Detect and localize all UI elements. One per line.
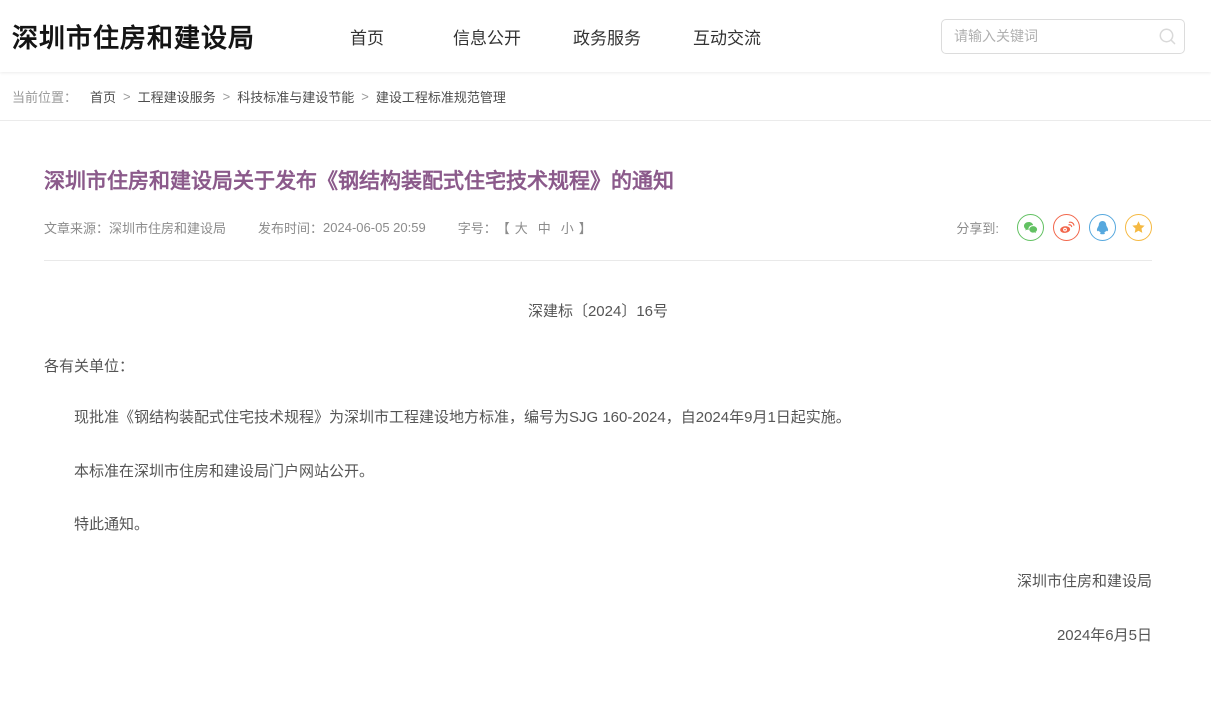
breadcrumb-separator: > <box>123 89 131 104</box>
share-qq-button[interactable] <box>1089 214 1116 241</box>
nav-item-home[interactable]: 首页 <box>307 24 427 49</box>
breadcrumb-item-tech-standards[interactable]: 科技标准与建设节能 <box>237 87 354 106</box>
search-icon <box>1157 26 1177 46</box>
fontsize-medium-button[interactable]: 中 <box>538 218 551 237</box>
article-container: 深圳市住房和建设局关于发布《钢结构装配式住宅技术规程》的通知 文章来源： 深圳市… <box>44 167 1152 697</box>
meta-fontsize-label: 字号： <box>458 218 497 237</box>
content-divider <box>44 260 1152 261</box>
signature-date: 2024年6月5日 <box>44 624 1152 697</box>
meta-source-label: 文章来源： <box>44 218 109 237</box>
breadcrumb: 当前位置： 首页 > 工程建设服务 > 科技标准与建设节能 > 建设工程标准规范… <box>0 72 1211 121</box>
nav-item-info-disclosure[interactable]: 信息公开 <box>427 24 547 49</box>
breadcrumb-item-home[interactable]: 首页 <box>90 87 116 106</box>
breadcrumb-item-standard-mgmt[interactable]: 建设工程标准规范管理 <box>376 87 506 106</box>
meta-time-label: 发布时间： <box>258 218 323 237</box>
body-paragraph: 特此通知。 <box>44 514 1152 537</box>
body-paragraph: 现批准《钢结构装配式住宅技术规程》为深圳市工程建设地方标准，编号为SJG 160… <box>44 407 1152 430</box>
weibo-icon <box>1058 219 1075 236</box>
search-input[interactable] <box>942 28 1150 44</box>
fontsize-bracket-open: 【 <box>497 218 510 237</box>
fontsize-bracket-close: 】 <box>579 218 592 237</box>
share-weibo-button[interactable] <box>1053 214 1080 241</box>
nav-item-interaction[interactable]: 互动交流 <box>667 24 787 49</box>
breadcrumb-label: 当前位置： <box>12 87 77 106</box>
meta-time-value: 2024-06-05 20:59 <box>323 220 426 235</box>
share-bar: 分享到: <box>956 214 1152 241</box>
breadcrumb-item-engineering[interactable]: 工程建设服务 <box>138 87 216 106</box>
share-label: 分享到: <box>956 218 999 237</box>
salutation: 各有关单位： <box>44 355 1152 376</box>
search-box <box>941 19 1185 54</box>
document-number: 深建标〔2024〕16号 <box>44 300 1152 321</box>
nav-item-gov-services[interactable]: 政务服务 <box>547 24 667 49</box>
breadcrumb-separator: > <box>361 89 369 104</box>
site-logo[interactable]: 深圳市住房和建设局 <box>0 18 255 55</box>
article-meta: 文章来源： 深圳市住房和建设局 发布时间： 2024-06-05 20:59 字… <box>44 214 1152 241</box>
fontsize-large-button[interactable]: 大 <box>515 218 528 237</box>
meta-source-value: 深圳市住房和建设局 <box>109 218 226 237</box>
share-wechat-button[interactable] <box>1017 214 1044 241</box>
signature-org: 深圳市住房和建设局 <box>44 570 1152 591</box>
qzone-star-icon <box>1130 219 1147 236</box>
wechat-icon <box>1022 219 1039 236</box>
breadcrumb-separator: > <box>223 89 231 104</box>
qq-icon <box>1094 219 1111 236</box>
search-button[interactable] <box>1150 20 1184 53</box>
fontsize-small-button[interactable]: 小 <box>561 218 574 237</box>
main-nav: 首页 信息公开 政务服务 互动交流 <box>307 24 787 49</box>
article-title: 深圳市住房和建设局关于发布《钢结构装配式住宅技术规程》的通知 <box>44 167 1152 196</box>
share-qzone-button[interactable] <box>1125 214 1152 241</box>
site-header: 深圳市住房和建设局 首页 信息公开 政务服务 互动交流 <box>0 0 1211 72</box>
body-paragraph: 本标准在深圳市住房和建设局门户网站公开。 <box>44 461 1152 484</box>
